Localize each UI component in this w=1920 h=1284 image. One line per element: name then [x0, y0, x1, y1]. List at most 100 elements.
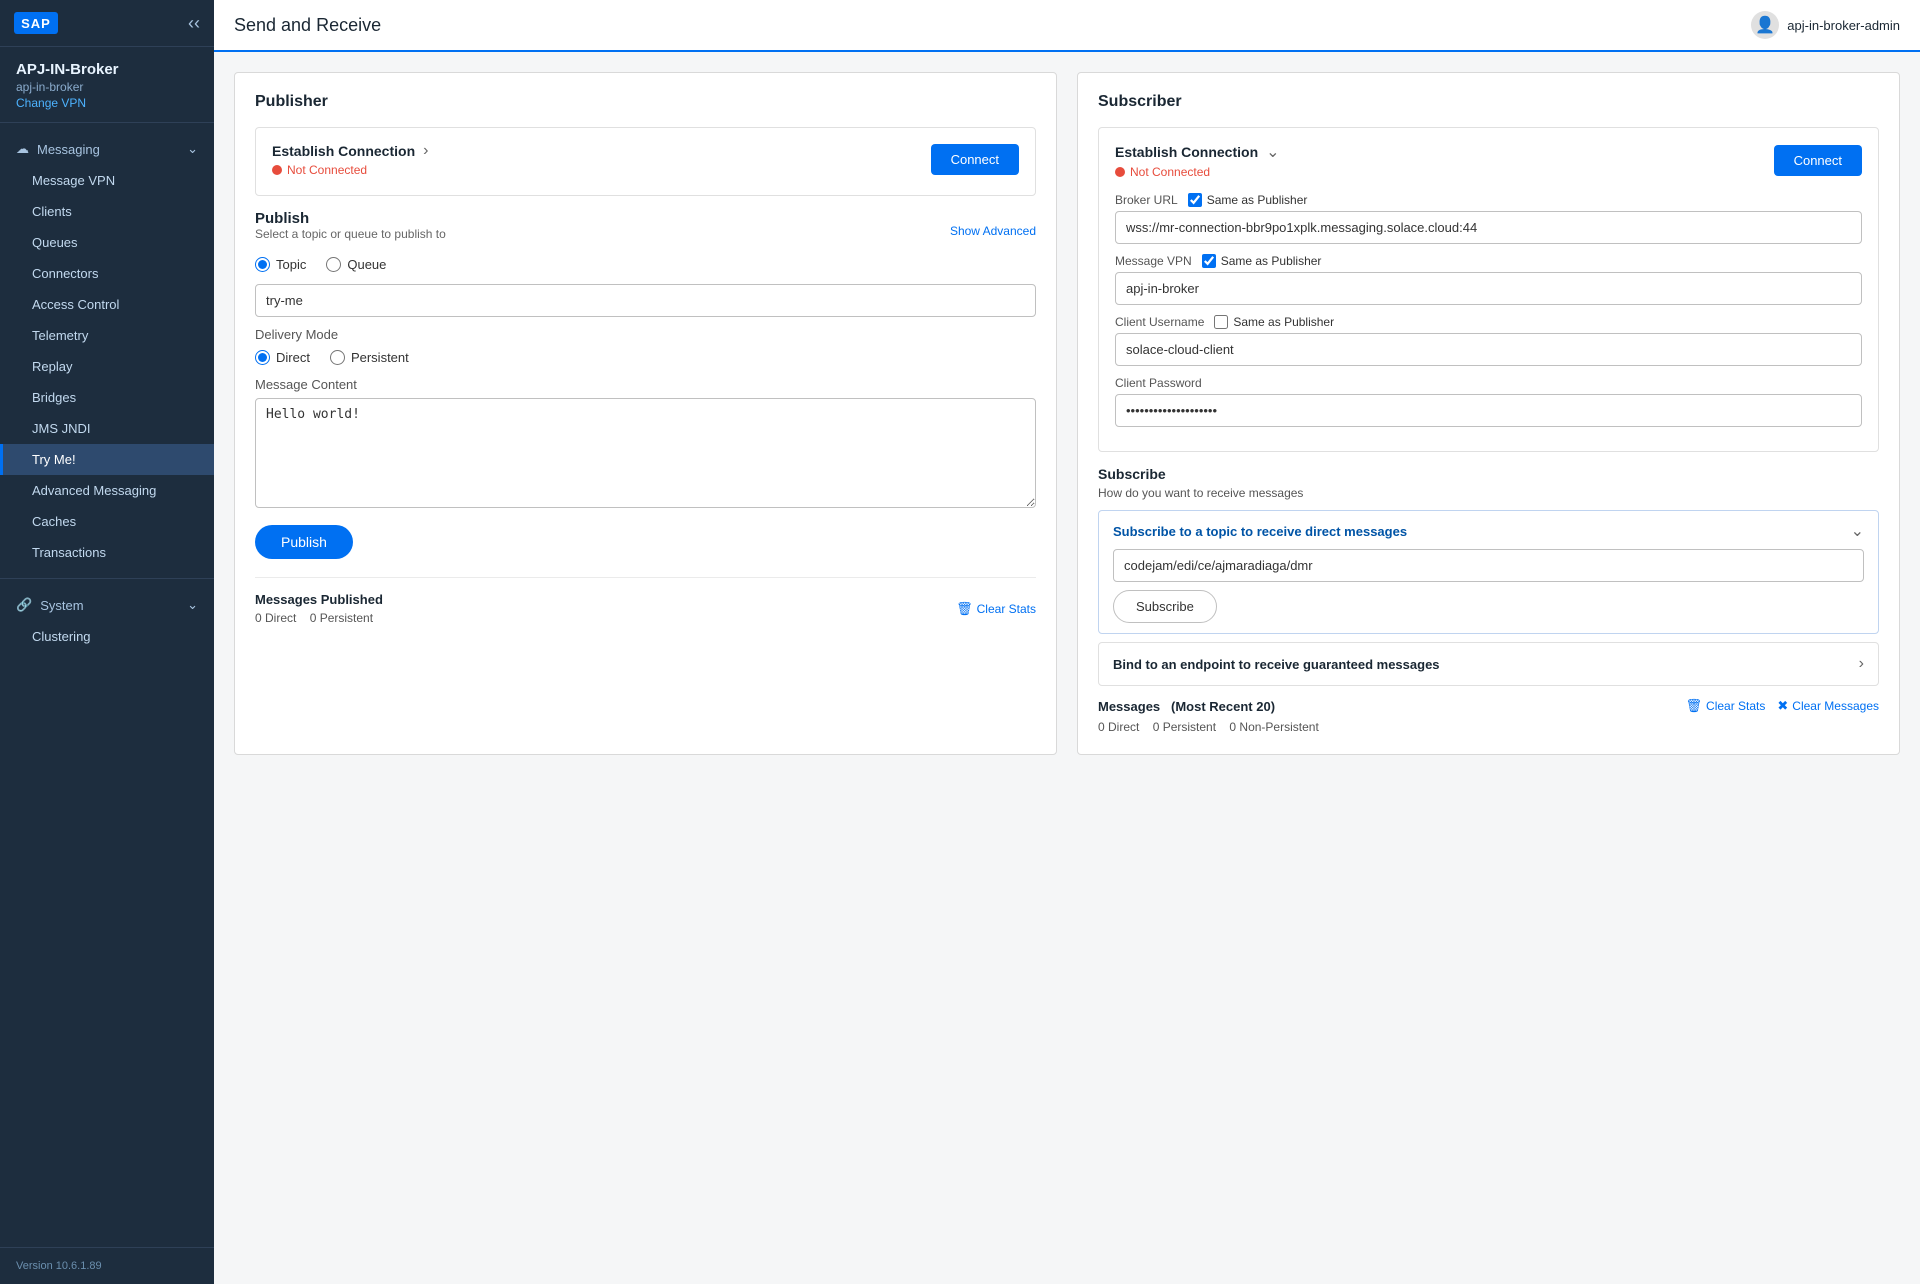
msg-persistent: 0 Persistent [1153, 720, 1216, 734]
direct-subscribe-title: Subscribe to a topic to receive direct m… [1113, 524, 1407, 539]
sidebar-item-queues[interactable]: Queues [0, 227, 214, 258]
pub-connection-title: Establish Connection [272, 143, 415, 159]
message-vpn-same-checkbox[interactable] [1202, 254, 1216, 268]
sub-trash-icon: 🗑 [1686, 698, 1703, 714]
persistent-radio-label[interactable]: Persistent [330, 350, 409, 365]
publisher-connection-header: Establish Connection › Not Connected Con… [272, 142, 1019, 177]
direct-subscribe-header[interactable]: Subscribe to a topic to receive direct m… [1113, 521, 1864, 541]
client-username-input[interactable] [1115, 333, 1862, 366]
sidebar-item-caches[interactable]: Caches [0, 506, 214, 537]
change-vpn-link[interactable]: Change VPN [16, 96, 86, 110]
sap-logo: SAP [14, 12, 58, 34]
sidebar-item-message-vpn[interactable]: Message VPN [0, 165, 214, 196]
client-username-label-row: Client Username Same as Publisher [1115, 315, 1862, 329]
system-icon: 🔗 [16, 597, 32, 613]
topic-radio-label[interactable]: Topic [255, 257, 306, 272]
pub-not-connected-status: Not Connected [272, 163, 428, 177]
content-area: Publisher Establish Connection › Not Con… [214, 52, 1920, 1284]
username-label: apj-in-broker-admin [1787, 18, 1900, 33]
system-chevron-icon: ⌄ [187, 597, 198, 613]
publish-title: Publish [255, 210, 446, 227]
queue-radio-text: Queue [347, 257, 386, 272]
persistent-radio-text: Persistent [351, 350, 409, 365]
queue-radio-label[interactable]: Queue [326, 257, 386, 272]
client-password-input[interactable] [1115, 394, 1862, 427]
subscribe-title: Subscribe [1098, 466, 1879, 482]
sub-not-connected-status: Not Connected [1115, 165, 1280, 179]
publish-button[interactable]: Publish [255, 525, 353, 559]
pub-stats-values: 0 Direct 0 Persistent [255, 611, 383, 625]
sub-not-connected-label: Not Connected [1130, 165, 1210, 179]
hamburger-icon[interactable]: ‹‹ [188, 13, 200, 34]
broker-url-input[interactable] [1115, 211, 1862, 244]
broker-info: APJ-IN-Broker apj-in-broker Change VPN [0, 47, 214, 118]
messaging-section: ☁ Messaging ⌄ Message VPN Clients Queues… [0, 127, 214, 574]
msg-direct: 0 Direct [1098, 720, 1139, 734]
messages-stats: 0 Direct 0 Persistent 0 Non-Persistent [1098, 720, 1879, 734]
broker-url-same-label[interactable]: Same as Publisher [1188, 193, 1308, 207]
page-title: Send and Receive [234, 15, 381, 36]
publisher-connection-box: Establish Connection › Not Connected Con… [255, 127, 1036, 196]
sidebar-footer: Version 10.6.1.89 [0, 1247, 214, 1284]
sidebar-header: SAP ‹‹ [0, 0, 214, 47]
sidebar-item-bridges[interactable]: Bridges [0, 382, 214, 413]
subscribe-button[interactable]: Subscribe [1113, 590, 1217, 623]
sub-clear-messages-label: Clear Messages [1792, 699, 1879, 713]
publisher-clear-stats-button[interactable]: 🗑 Clear Stats [956, 601, 1036, 617]
nav-divider [0, 122, 214, 123]
sidebar-item-telemetry[interactable]: Telemetry [0, 320, 214, 351]
sidebar-item-try-me[interactable]: Try Me! [0, 444, 214, 475]
two-col-layout: Publisher Establish Connection › Not Con… [234, 72, 1900, 755]
broker-url-same-text: Same as Publisher [1207, 193, 1308, 207]
message-vpn-same-label[interactable]: Same as Publisher [1202, 254, 1322, 268]
system-group-label: System [40, 598, 83, 613]
pub-connection-chevron-icon: › [423, 142, 428, 160]
direct-radio-label[interactable]: Direct [255, 350, 310, 365]
sidebar-item-replay[interactable]: Replay [0, 351, 214, 382]
sub-not-connected-dot [1115, 167, 1125, 177]
sidebar-item-transactions[interactable]: Transactions [0, 537, 214, 568]
messages-title-text: Messages [1098, 699, 1160, 714]
nav-divider-2 [0, 578, 214, 579]
user-avatar-icon: 👤 [1751, 11, 1779, 39]
client-username-same-checkbox[interactable] [1214, 315, 1228, 329]
sidebar-item-advanced-messaging[interactable]: Advanced Messaging [0, 475, 214, 506]
broker-name: APJ-IN-Broker [16, 61, 198, 78]
show-advanced-link[interactable]: Show Advanced [950, 224, 1036, 238]
subscriber-clear-stats-button[interactable]: 🗑 Clear Stats [1686, 698, 1766, 714]
subscriber-connection-header: Establish Connection ⌄ Not Connected Con… [1115, 142, 1862, 179]
topic-input[interactable] [255, 284, 1036, 317]
sub-clear-stats-label: Clear Stats [1706, 699, 1765, 713]
messages-recent-text: (Most Recent 20) [1171, 699, 1275, 714]
direct-subscribe-expand: Subscribe to a topic to receive direct m… [1098, 510, 1879, 634]
delivery-mode-label: Delivery Mode [255, 327, 1036, 342]
broker-sub: apj-in-broker [16, 80, 198, 94]
bind-endpoint-row[interactable]: Bind to an endpoint to receive guarantee… [1098, 642, 1879, 686]
pub-not-connected-dot [272, 165, 282, 175]
system-group-header[interactable]: 🔗 System ⌄ [0, 589, 214, 621]
messaging-group-header[interactable]: ☁ Messaging ⌄ [0, 133, 214, 165]
sub-connection-chevron-icon: ⌄ [1266, 142, 1279, 162]
persistent-radio-input[interactable] [330, 350, 345, 365]
client-username-same-label[interactable]: Same as Publisher [1214, 315, 1334, 329]
subscriber-clear-messages-button[interactable]: ✖ Clear Messages [1777, 698, 1879, 714]
sidebar-item-clients[interactable]: Clients [0, 196, 214, 227]
topbar: Send and Receive 👤 apj-in-broker-admin [214, 0, 1920, 52]
broker-url-same-checkbox[interactable] [1188, 193, 1202, 207]
subscribe-topic-input[interactable] [1113, 549, 1864, 582]
queue-radio-input[interactable] [326, 257, 341, 272]
sidebar-item-clustering[interactable]: Clustering [0, 621, 214, 652]
direct-subscribe-chevron-icon: ⌄ [1851, 521, 1864, 541]
message-content-textarea[interactable]: Hello world! [255, 398, 1036, 508]
topic-radio-input[interactable] [255, 257, 270, 272]
sidebar-item-access-control[interactable]: Access Control [0, 289, 214, 320]
sidebar: SAP ‹‹ APJ-IN-Broker apj-in-broker Chang… [0, 0, 214, 1284]
pub-stats-direct: 0 Direct [255, 611, 296, 625]
sidebar-item-connectors[interactable]: Connectors [0, 258, 214, 289]
subscriber-connect-button[interactable]: Connect [1774, 145, 1862, 176]
message-vpn-input[interactable] [1115, 272, 1862, 305]
client-username-field: Client Username Same as Publisher [1115, 315, 1862, 366]
sidebar-item-jms-jndi[interactable]: JMS JNDI [0, 413, 214, 444]
publisher-connect-button[interactable]: Connect [931, 144, 1019, 175]
direct-radio-input[interactable] [255, 350, 270, 365]
